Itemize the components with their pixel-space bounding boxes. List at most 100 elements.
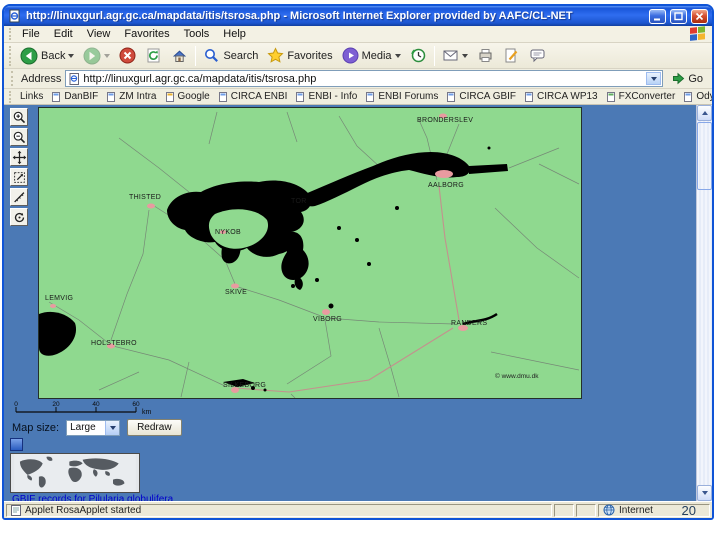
presentation-slide: http://linuxgurl.agr.gc.ca/mapdata/itis/… bbox=[0, 0, 720, 540]
home-button[interactable] bbox=[167, 45, 192, 67]
link-item[interactable]: ZM Intra bbox=[103, 91, 160, 102]
title-bar: http://linuxgurl.agr.gc.ca/mapdata/itis/… bbox=[4, 6, 712, 26]
link-item[interactable]: ENBI Forums bbox=[362, 91, 442, 102]
mail-icon bbox=[443, 50, 458, 61]
scroll-down-button[interactable] bbox=[697, 485, 712, 501]
map-size-controls: Map size: Large Redraw bbox=[12, 419, 182, 436]
history-button[interactable] bbox=[406, 45, 431, 67]
map-size-value: Large bbox=[70, 422, 96, 433]
back-label: Back bbox=[41, 49, 66, 62]
menu-favorites[interactable]: Favorites bbox=[117, 27, 176, 41]
menu-help[interactable]: Help bbox=[216, 27, 253, 41]
address-bar: Address Go bbox=[4, 69, 712, 89]
go-label: Go bbox=[688, 72, 703, 85]
menubar-grip[interactable] bbox=[9, 27, 12, 41]
stop-button[interactable] bbox=[115, 45, 140, 67]
measure-tool[interactable] bbox=[10, 188, 28, 206]
back-icon bbox=[20, 47, 38, 64]
favorites-button[interactable]: Favorites bbox=[263, 45, 336, 67]
pan-icon bbox=[12, 150, 26, 164]
maximize-button[interactable] bbox=[670, 8, 687, 24]
world-overview-map bbox=[10, 453, 140, 493]
links-bar: Links DanBIF ZM Intra Google CIRCA ENBI … bbox=[4, 89, 712, 105]
map-copyright: © www.dmu.dk bbox=[495, 372, 539, 380]
scale-tick-label: 40 bbox=[92, 401, 100, 408]
minimize-button[interactable] bbox=[649, 8, 666, 24]
media-label: Media bbox=[361, 49, 392, 62]
addressbar-grip[interactable] bbox=[11, 70, 14, 87]
toolbar-separator bbox=[195, 45, 197, 66]
map-label: SILKEBORG bbox=[223, 382, 266, 389]
link-item[interactable]: ENBI - Info bbox=[292, 91, 361, 102]
link-item[interactable]: FXConverter bbox=[603, 91, 680, 102]
window-title: http://linuxgurl.agr.gc.ca/mapdata/itis/… bbox=[26, 10, 573, 22]
pan-tool[interactable] bbox=[10, 148, 28, 166]
forward-button[interactable] bbox=[79, 45, 114, 67]
link-item[interactable]: DanBIF bbox=[48, 91, 102, 102]
address-dropdown-button[interactable] bbox=[646, 72, 662, 85]
zoom-out-tool[interactable] bbox=[10, 128, 28, 146]
link-item[interactable]: CIRCA GBIF bbox=[443, 91, 520, 102]
search-label: Search bbox=[223, 49, 259, 62]
address-input-box bbox=[65, 70, 664, 87]
go-arrow-icon bbox=[673, 72, 685, 85]
scroll-up-button[interactable] bbox=[697, 105, 712, 121]
forward-dropdown-icon bbox=[104, 53, 111, 58]
zoom-out-icon bbox=[13, 131, 25, 143]
full-extent-tool[interactable] bbox=[10, 168, 28, 186]
page-favicon-icon bbox=[69, 72, 80, 85]
menu-bar: File Edit View Favorites Tools Help bbox=[4, 26, 712, 43]
media-button[interactable]: Media bbox=[338, 45, 405, 67]
scale-unit: km bbox=[142, 409, 152, 416]
status-message-pane: Applet RosaApplet started bbox=[6, 503, 552, 517]
combo-dropdown-icon[interactable] bbox=[105, 420, 120, 435]
menu-tools[interactable]: Tools bbox=[177, 27, 217, 41]
vertical-scrollbar[interactable] bbox=[696, 105, 712, 501]
address-input[interactable] bbox=[83, 72, 644, 85]
discuss-button[interactable] bbox=[525, 45, 550, 67]
status-pane-empty bbox=[554, 503, 574, 517]
reset-view-icon bbox=[14, 212, 24, 222]
status-pane-empty bbox=[576, 503, 596, 517]
edit-button[interactable] bbox=[499, 45, 524, 67]
refresh-icon bbox=[147, 48, 160, 63]
scrollbar-thumb[interactable] bbox=[697, 122, 712, 190]
search-button[interactable]: Search bbox=[199, 45, 262, 67]
internet-globe-icon bbox=[603, 504, 615, 516]
map-label: SKIVE bbox=[225, 289, 247, 296]
print-button[interactable] bbox=[473, 45, 498, 67]
mail-button[interactable] bbox=[438, 45, 472, 67]
status-bar: Applet RosaApplet started Internet bbox=[4, 501, 712, 518]
media-icon bbox=[342, 47, 359, 64]
map-size-select[interactable]: Large bbox=[66, 419, 121, 436]
scale-tick-label: 0 bbox=[14, 401, 18, 408]
go-button[interactable]: Go bbox=[667, 70, 708, 88]
menu-edit[interactable]: Edit bbox=[47, 27, 80, 41]
link-item[interactable]: CIRCA ENBI bbox=[215, 91, 292, 102]
map-label: NYKOB bbox=[215, 229, 241, 236]
back-button[interactable]: Back bbox=[16, 45, 78, 67]
favorites-label: Favorites bbox=[287, 49, 333, 62]
gbif-records-link[interactable]: GBIF records for Pilularia globulifera bbox=[12, 494, 173, 501]
map-label: TOR bbox=[291, 198, 307, 205]
link-item[interactable]: CIRCA WP13 bbox=[521, 91, 602, 102]
map-tool-palette bbox=[10, 108, 28, 226]
menu-view[interactable]: View bbox=[80, 27, 118, 41]
discuss-icon bbox=[530, 49, 545, 63]
link-item[interactable]: Google bbox=[162, 91, 214, 102]
measure-icon bbox=[13, 191, 24, 202]
toolbar-grip[interactable] bbox=[9, 45, 12, 66]
redraw-button[interactable]: Redraw bbox=[127, 419, 182, 436]
close-button[interactable] bbox=[691, 8, 708, 24]
page-content: THISTED TOR NYKOB BRONDERSLEV AALBORG LE… bbox=[4, 105, 712, 501]
refresh-button[interactable] bbox=[141, 45, 166, 67]
reset-view-tool[interactable] bbox=[10, 208, 28, 226]
applet-chip-button[interactable] bbox=[10, 438, 23, 451]
address-label: Address bbox=[21, 72, 62, 85]
linksbar-grip[interactable] bbox=[9, 90, 12, 103]
zoom-in-tool[interactable] bbox=[10, 108, 28, 126]
back-dropdown-icon bbox=[68, 53, 75, 58]
link-item[interactable]: Odyssey bbox=[680, 91, 712, 102]
map-applet[interactable]: THISTED TOR NYKOB BRONDERSLEV AALBORG LE… bbox=[38, 107, 582, 399]
menu-file[interactable]: File bbox=[15, 27, 47, 41]
